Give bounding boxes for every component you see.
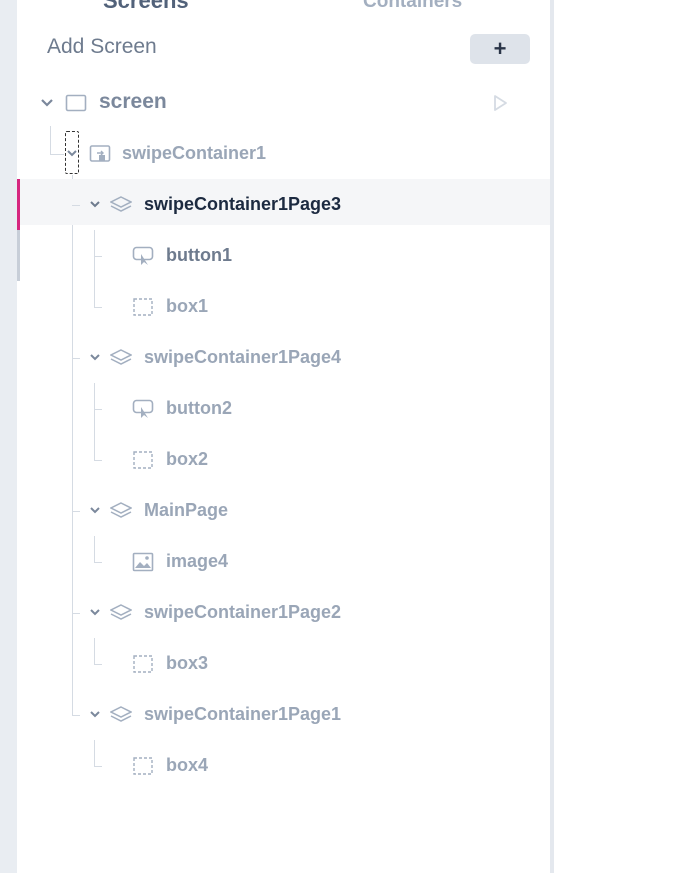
chevron-down-icon[interactable] [88,351,102,365]
tree-line [94,230,95,307]
box-icon [132,756,154,776]
tree-line [94,766,102,767]
box-icon [132,654,154,674]
tab-containers[interactable]: Containers [363,0,462,13]
canvas-area [554,0,695,873]
layers-icon [109,348,133,368]
chevron-down-icon[interactable] [88,708,102,722]
tree-line [94,383,95,460]
screen-label[interactable]: screen [99,90,167,114]
selection-indicator [17,179,20,230]
image-icon [132,552,154,572]
swipe-container-icon [89,144,111,164]
tree-line [94,562,102,563]
page-label[interactable]: swipeContainer1Page4 [144,347,341,368]
element-label[interactable]: button2 [166,398,232,419]
element-label[interactable]: box1 [166,296,208,317]
layers-icon [109,501,133,521]
page-label[interactable]: swipeContainer1Page2 [144,602,341,623]
tab-screens[interactable]: Screens [103,0,189,14]
selection-indicator-secondary [17,230,20,281]
layers-icon [109,195,133,215]
tree-line [94,664,102,665]
element-label[interactable]: button1 [166,245,232,266]
page-label[interactable]: swipeContainer1Page1 [144,704,341,725]
screen-icon [65,93,87,113]
tree-line [72,715,80,716]
swipe-container-label[interactable]: swipeContainer1 [122,143,266,164]
tree-line [72,511,80,512]
tree-line [50,126,51,154]
tree-line [72,175,73,715]
tree-line [72,358,80,359]
collapse-toggle[interactable] [65,131,79,174]
left-strip [0,0,17,873]
box-icon [132,450,154,470]
add-screen-button[interactable]: + [470,34,530,64]
layers-icon [109,603,133,623]
chevron-down-icon[interactable] [88,198,102,212]
element-label[interactable]: box2 [166,449,208,470]
tree-line [94,638,95,664]
box-icon [132,297,154,317]
element-label[interactable]: box3 [166,653,208,674]
tree-line [94,409,102,410]
tree-line [94,740,95,766]
play-icon[interactable] [491,94,509,112]
screens-panel: Screens Containers Add Screen + screen s… [17,0,550,873]
page-label[interactable]: MainPage [144,500,228,521]
add-screen-label: Add Screen [47,35,157,58]
tree-line [72,205,80,206]
touch-button-icon [132,399,154,419]
tree-line [72,613,80,614]
tree-line [94,256,102,257]
chevron-down-icon[interactable] [40,95,54,109]
element-label[interactable]: box4 [166,755,208,776]
tree-line [94,460,102,461]
chevron-down-icon[interactable] [88,504,102,518]
page-label[interactable]: swipeContainer1Page3 [144,194,341,215]
tree-line [50,154,64,155]
tree-line [94,536,95,562]
element-label[interactable]: image4 [166,551,228,572]
chevron-down-icon[interactable] [88,606,102,620]
tree-line [94,307,102,308]
layers-icon [109,705,133,725]
touch-button-icon [132,246,154,266]
